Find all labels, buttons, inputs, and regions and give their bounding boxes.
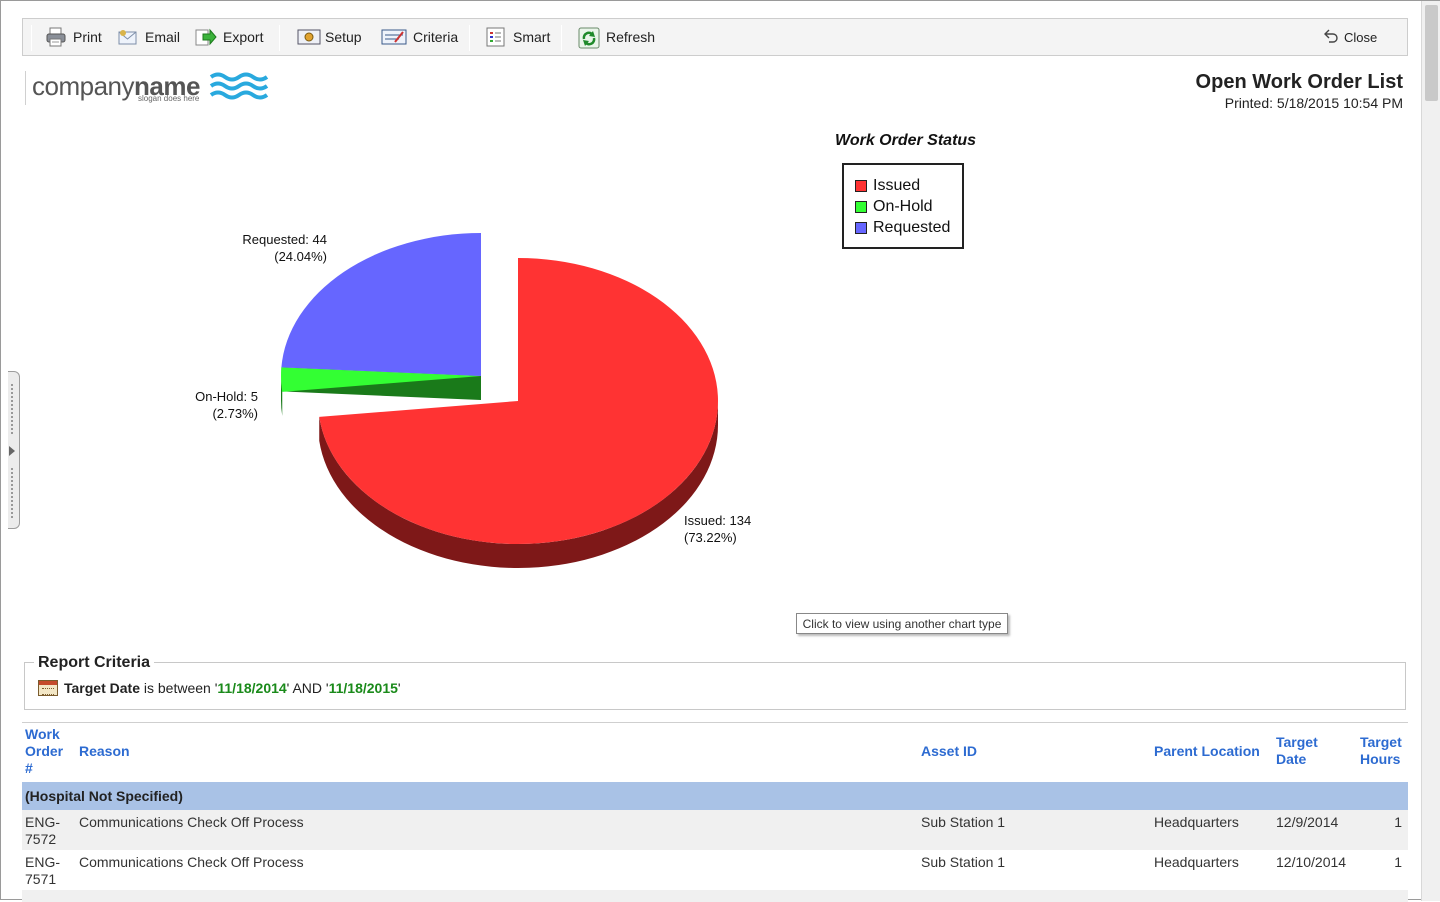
cell-target-hours: 1 [1394, 814, 1402, 830]
cell-reason: Communications Check Off Process [79, 814, 304, 830]
cell-target-hours: 1 [1394, 854, 1402, 870]
calendar-icon [38, 680, 58, 696]
legend-item-issued: Issued [855, 175, 962, 196]
column-header-asset-id[interactable]: Asset ID [921, 743, 977, 760]
cell-asset-id: Sub Station 1 [921, 854, 1006, 870]
legend-label-issued: Issued [873, 176, 921, 194]
report-title: Open Work Order List [1195, 71, 1403, 93]
cell-reason: Communications Check Off Process [79, 854, 304, 870]
criteria-date-from: 11/18/2014 [217, 680, 287, 696]
criteria-and: ' AND ' [286, 680, 329, 696]
column-header-target-hours[interactable]: Target Hours [1360, 734, 1408, 768]
table-row[interactable]: ENG-7572 Communications Check Off Proces… [22, 810, 1408, 850]
data-label-issued: Issued: 134 [684, 513, 751, 528]
report-criteria-title: Report Criteria [34, 654, 155, 672]
vertical-scrollbar[interactable] [1421, 1, 1440, 901]
data-label-percent-on-hold: (2.73%) [212, 406, 258, 421]
data-label-requested: Requested: 44 [242, 232, 327, 247]
legend-item-requested: Requested [855, 217, 962, 238]
legend-swatch-requested [855, 221, 867, 234]
legend-label-requested: Requested [873, 218, 951, 236]
legend-label-on-hold: On-Hold [873, 197, 933, 215]
column-header-target-date[interactable]: Target Date [1276, 734, 1336, 768]
criteria-date-to: 11/18/2015 [328, 680, 398, 696]
table-row[interactable]: ENG-7571 Communications Check Off Proces… [22, 850, 1408, 890]
work-order-status-chart[interactable]: Issued: 134 (73.22%) On-Hold: 5 (2.73%) Requ… [1, 1, 1001, 641]
data-label-percent-issued: (73.22%) [684, 530, 737, 545]
cell-asset-id: Sub Station 1 [921, 814, 1006, 830]
printed-timestamp: Printed: 5/18/2015 10:54 PM [1224, 95, 1403, 111]
table-row-partial [22, 890, 1408, 902]
chart-legend: Issued On-Hold Requested [842, 163, 964, 249]
cell-parent-location: Headquarters [1154, 814, 1239, 830]
undo-arrow-icon [1321, 27, 1339, 47]
legend-swatch-issued [855, 179, 867, 192]
column-header-parent-location[interactable]: Parent Location [1154, 743, 1260, 760]
cell-target-date: 12/9/2014 [1276, 814, 1339, 830]
criteria-field: Target Date [64, 680, 140, 696]
change-chart-type-button[interactable]: Click to view using another chart type [796, 613, 1008, 634]
work-order-table: Work Order # Reason Asset ID Parent Loca… [22, 722, 1408, 902]
legend-swatch-on-hold [855, 200, 867, 213]
criteria-end: ' [397, 680, 401, 696]
column-header-reason[interactable]: Reason [79, 743, 130, 760]
legend-item-on-hold: On-Hold [855, 196, 962, 217]
cell-parent-location: Headquarters [1154, 854, 1239, 870]
report-criteria-box: Report Criteria Target Date is between '… [24, 654, 1406, 710]
cell-target-date: 12/10/2014 [1276, 854, 1347, 870]
chart-title: Work Order Status [835, 132, 977, 149]
report-window: Print Email Export Setup Criteria Smart … [0, 0, 1440, 902]
criteria-row: Target Date is between ' 11/18/2014 ' AN… [38, 680, 401, 696]
cell-work-order: ENG-7572 [25, 814, 60, 847]
group-header-row: (Hospital Not Specified) [22, 782, 1408, 810]
data-label-percent-requested: (24.04%) [274, 249, 327, 264]
data-label-on-hold: On-Hold: 5 [195, 389, 258, 404]
close-button[interactable]: Close [1321, 19, 1377, 55]
cell-work-order: ENG-7571 [25, 854, 60, 887]
scrollbar-thumb[interactable] [1425, 5, 1438, 101]
criteria-text: is between ' [139, 680, 218, 696]
column-header-work-order[interactable]: Work Order # [25, 726, 71, 777]
close-label: Close [1344, 29, 1378, 45]
